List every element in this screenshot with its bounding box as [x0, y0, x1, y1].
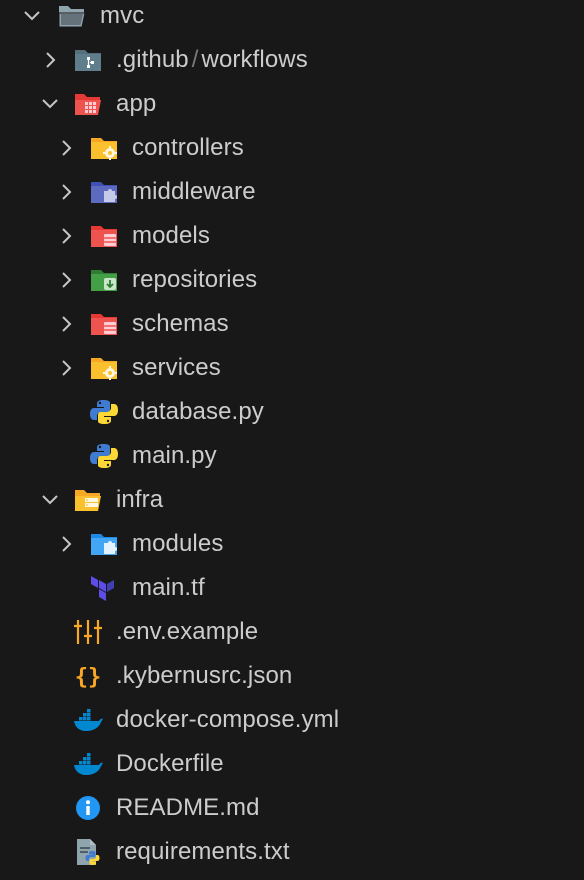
- chevron-right-icon[interactable]: [54, 224, 78, 248]
- repositories-folder-icon: [91, 270, 117, 291]
- controllers-folder-icon: [91, 138, 117, 160]
- docker-file-icon: [74, 709, 103, 731]
- tree-item-label: Dockerfile: [116, 750, 224, 777]
- python-file-icon: [90, 444, 118, 468]
- tree-item-label: main.tf: [132, 574, 205, 601]
- modules-folder-icon: [91, 534, 117, 555]
- tree-item-label: docker-compose.yml: [116, 706, 340, 733]
- python-file-icon: [90, 400, 118, 424]
- tree-item-label: .env.example: [116, 618, 259, 645]
- tree-item-label-suffix: workflows: [201, 46, 308, 73]
- tree-item-env-example[interactable]: .env.example: [0, 610, 584, 654]
- infra-folder-open-icon: [75, 490, 101, 511]
- tree-item-label: schemas: [132, 310, 229, 337]
- tree-item-label: modules: [132, 530, 224, 557]
- tree-item-label: middleware: [132, 178, 256, 205]
- tree-item-label: main.py: [132, 442, 217, 469]
- schemas-folder-icon: [91, 314, 117, 335]
- env-file-icon: [74, 620, 102, 644]
- tree-item-infra[interactable]: infra: [0, 478, 584, 522]
- tree-item-label: repositories: [132, 266, 258, 293]
- tree-item-label-group: .github / workflows: [116, 46, 308, 74]
- tree-item-modules[interactable]: modules: [0, 522, 584, 566]
- tree-item-schemas[interactable]: schemas: [0, 302, 584, 346]
- docker-file-icon: [74, 753, 103, 775]
- tree-item-mvc[interactable]: mvc: [0, 0, 584, 38]
- chevron-right-icon[interactable]: [54, 180, 78, 204]
- tree-item-label: app: [116, 90, 157, 117]
- terraform-file-icon: [91, 576, 114, 601]
- app-folder-open-icon: [75, 94, 101, 115]
- tree-item-main-tf[interactable]: main.tf: [0, 566, 584, 610]
- chevron-right-icon[interactable]: [54, 532, 78, 556]
- chevron-right-icon[interactable]: [54, 268, 78, 292]
- chevron-right-icon[interactable]: [54, 356, 78, 380]
- requirements-file-icon: [77, 839, 100, 865]
- json-file-icon: {}: [75, 665, 102, 690]
- services-folder-icon: [91, 358, 117, 380]
- middleware-folder-icon: [91, 182, 117, 203]
- tree-item-label: requirements.txt: [116, 838, 290, 865]
- chevron-down-icon[interactable]: [20, 4, 44, 28]
- tree-item-services[interactable]: services: [0, 346, 584, 390]
- tree-item-main-py[interactable]: main.py: [0, 434, 584, 478]
- chevron-right-icon[interactable]: [38, 48, 62, 72]
- tree-item-label: database.py: [132, 398, 264, 425]
- tree-item-label: README.md: [116, 794, 260, 821]
- tree-item-label: .github: [116, 46, 189, 73]
- chevron-right-icon[interactable]: [54, 312, 78, 336]
- tree-item-label: controllers: [132, 134, 244, 161]
- tree-item-controllers[interactable]: controllers: [0, 126, 584, 170]
- tree-item-dockerfile[interactable]: Dockerfile: [0, 742, 584, 786]
- models-folder-icon: [91, 226, 117, 247]
- info-file-icon: [76, 796, 100, 820]
- tree-item-github-workflows[interactable]: .github / workflows: [0, 38, 584, 82]
- svg-text:{}: {}: [75, 665, 102, 690]
- chevron-down-icon[interactable]: [38, 92, 62, 116]
- github-folder-icon: [75, 50, 101, 71]
- chevron-right-icon[interactable]: [54, 136, 78, 160]
- tree-item-label: models: [132, 222, 210, 249]
- tree-item-label: infra: [116, 486, 164, 513]
- tree-item-docker-compose-yml[interactable]: docker-compose.yml: [0, 698, 584, 742]
- tree-item-label: services: [132, 354, 221, 381]
- tree-item-models[interactable]: models: [0, 214, 584, 258]
- tree-item-app[interactable]: app: [0, 82, 584, 126]
- tree-item-readme-md[interactable]: README.md: [0, 786, 584, 830]
- tree-item-requirements-txt[interactable]: requirements.txt: [0, 830, 584, 874]
- tree-item-label: mvc: [100, 2, 145, 29]
- folder-open-icon: [58, 6, 86, 28]
- tree-item-middleware[interactable]: middleware: [0, 170, 584, 214]
- tree-item-kybernusrc-json[interactable]: {} .kybernusrc.json: [0, 654, 584, 698]
- tree-item-repositories[interactable]: repositories: [0, 258, 584, 302]
- chevron-down-icon[interactable]: [38, 488, 62, 512]
- file-explorer-tree: mvc .github / workflows app controllers …: [0, 0, 584, 880]
- tree-item-label: .kybernusrc.json: [116, 662, 293, 689]
- path-separator: /: [191, 46, 199, 73]
- tree-item-database-py[interactable]: database.py: [0, 390, 584, 434]
